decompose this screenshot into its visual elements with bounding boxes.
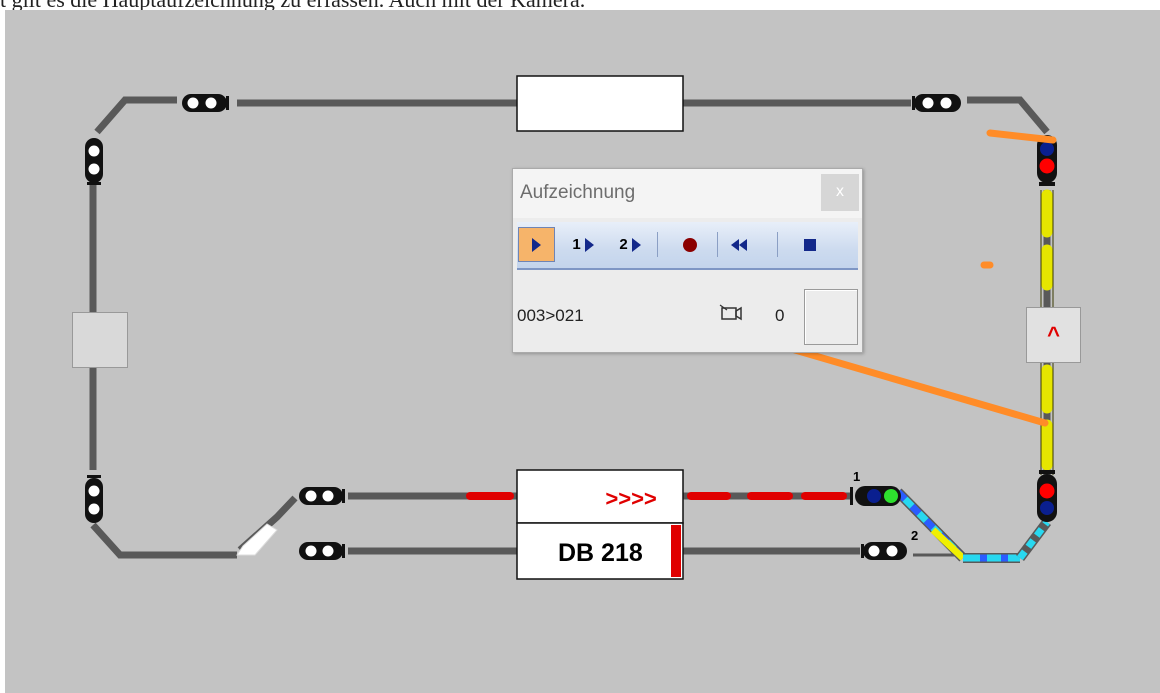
toolbar-separator	[777, 232, 778, 257]
record-icon	[683, 237, 697, 252]
recorder-title: Aufzeichnung	[520, 182, 636, 203]
play-icon	[532, 237, 541, 252]
recorder-status: 003>021	[517, 306, 584, 325]
block-left[interactable]	[72, 312, 128, 368]
direction-toggle-button[interactable]: ^	[1026, 307, 1081, 363]
close-icon: x	[836, 183, 844, 200]
signal-right-bottom[interactable]	[1037, 470, 1057, 522]
play-2-button[interactable]: 2	[609, 227, 651, 262]
stop-button[interactable]	[799, 227, 821, 262]
close-button[interactable]: x	[821, 174, 859, 211]
play-button[interactable]	[518, 227, 555, 262]
recorder-preview-box[interactable]	[804, 289, 858, 345]
signal-track1-right[interactable]	[850, 486, 901, 506]
signal-track1-left[interactable]	[299, 487, 345, 505]
train-box-upper	[516, 469, 684, 524]
track2-number: 2	[911, 528, 918, 543]
train-name: DB 218	[558, 539, 643, 567]
play-2-label: 2	[619, 236, 628, 253]
train-direction: >>>>	[605, 486, 657, 511]
play-1-button[interactable]: 1	[564, 227, 602, 262]
switch-highlight	[236, 523, 278, 556]
rewind-button[interactable]	[726, 227, 752, 262]
track1-number: 1	[853, 469, 860, 484]
rewind-icon	[731, 238, 747, 251]
recorder-window[interactable]: Aufzeichnung x 1 2 003>021 0	[512, 168, 863, 353]
record-button[interactable]	[679, 227, 701, 262]
track-bottom-left-corner	[90, 522, 237, 559]
stop-icon	[804, 238, 816, 251]
track-top-corner-right	[967, 96, 1050, 135]
camera-icon[interactable]	[719, 302, 743, 327]
signal-left-top[interactable]	[85, 138, 103, 185]
signal-top-left[interactable]	[182, 94, 229, 112]
recorder-counter: 0	[775, 306, 785, 325]
play-icon	[584, 237, 594, 252]
direction-up-icon: ^	[1047, 322, 1060, 347]
track-top-left	[94, 96, 177, 135]
recorder-toolbar: 1 2	[517, 222, 858, 270]
toolbar-separator	[657, 232, 658, 257]
play-icon	[631, 237, 641, 252]
signal-top-right[interactable]	[912, 94, 961, 112]
train-occupied-marker	[671, 525, 681, 577]
play-1-label: 1	[572, 236, 581, 253]
track-layout-board[interactable]: >>>> DB 218 1 2 ^ Aufzeichnung x 1 2 003…	[5, 10, 1160, 693]
toolbar-separator	[717, 232, 718, 257]
annotation-stroke	[986, 129, 1057, 144]
signal-left-bottom[interactable]	[85, 475, 103, 523]
block-top	[516, 75, 684, 132]
recorder-titlebar[interactable]: Aufzeichnung x	[513, 169, 862, 218]
signal-track2-right[interactable]	[861, 542, 907, 560]
signal-track2-left[interactable]	[299, 542, 345, 560]
